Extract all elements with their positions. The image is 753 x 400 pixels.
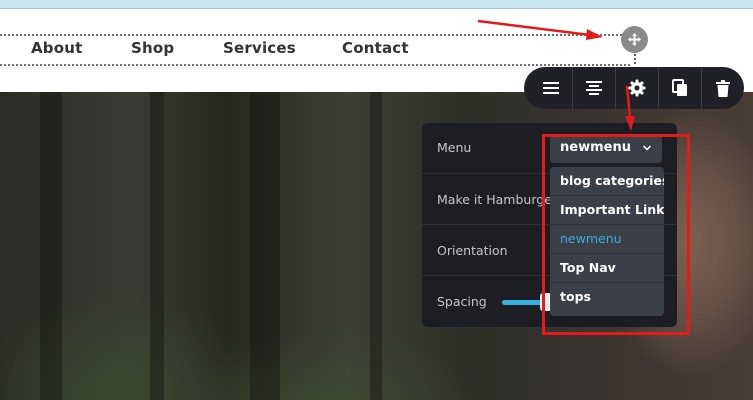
- main-nav: About Shop Services Contact: [0, 34, 630, 66]
- align-button[interactable]: [573, 67, 616, 109]
- nav-item-services[interactable]: Services: [223, 39, 296, 57]
- duplicate-button[interactable]: [659, 67, 702, 109]
- element-toolbar: [524, 67, 744, 109]
- nav-item-shop[interactable]: Shop: [131, 39, 174, 57]
- move-icon: [627, 32, 642, 47]
- tree-trunk: [40, 92, 62, 400]
- nav-item-about[interactable]: About: [31, 39, 83, 57]
- annotation-highlight-box: [542, 134, 690, 335]
- menu-label: Menu: [437, 140, 472, 155]
- tree-trunk: [250, 92, 280, 400]
- nav-item-contact[interactable]: Contact: [342, 39, 409, 57]
- move-handle[interactable]: [621, 26, 648, 64]
- delete-button[interactable]: [702, 67, 744, 109]
- spacing-label: Spacing: [437, 294, 487, 309]
- hamburger-label: Make it Hamburger: [437, 192, 558, 207]
- gear-icon: [628, 79, 646, 97]
- align-center-icon: [586, 81, 602, 95]
- tree-trunk: [370, 92, 382, 400]
- copy-icon: [672, 79, 687, 96]
- menu-settings-button[interactable]: [530, 67, 573, 109]
- orientation-label: Orientation: [437, 243, 508, 258]
- hamburger-icon: [543, 82, 559, 94]
- tree-trunk: [150, 92, 164, 400]
- browser-top-strip: [0, 0, 753, 9]
- trash-icon: [716, 79, 730, 97]
- settings-button[interactable]: [616, 67, 659, 109]
